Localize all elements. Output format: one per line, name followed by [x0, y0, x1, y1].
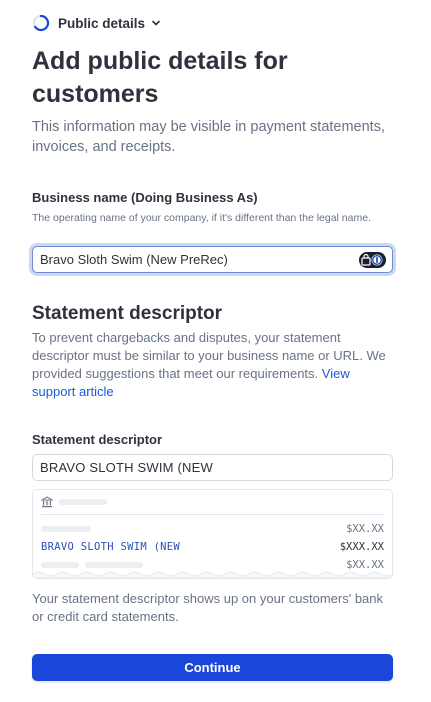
stepper-label: Public details — [58, 15, 146, 31]
stepper-dropdown[interactable]: Public details — [32, 13, 161, 33]
statement-descriptor-label: Statement descriptor — [32, 432, 163, 447]
preview-descriptor: BRAVO SLOTH SWIM (NEW — [41, 541, 181, 553]
continue-button[interactable]: Continue — [32, 654, 393, 681]
preview-amount: $XXX.XX — [339, 541, 384, 553]
business-name-help: The operating name of your company, if i… — [32, 212, 371, 224]
bank-icon — [41, 496, 53, 508]
statement-preview: $XX.XX BRAVO SLOTH SWIM (NEW $XXX.XX $XX… — [32, 489, 393, 579]
statement-section-description: To prevent chargebacks and disputes, you… — [32, 330, 386, 399]
business-name-label: Business name (Doing Business As) — [32, 190, 258, 205]
password-manager-icon[interactable] — [359, 251, 386, 268]
preview-divider — [41, 514, 384, 515]
page-subtitle: This information may be visible in payme… — [32, 119, 385, 155]
preview-amount: $XX.XX — [346, 523, 384, 535]
statement-footer-note: Your statement descriptor shows up on yo… — [32, 591, 384, 624]
chevron-down-icon — [152, 20, 160, 26]
skeleton-bank-name — [59, 499, 107, 505]
statement-section-title: Statement descriptor — [32, 303, 223, 324]
skeleton-line — [41, 526, 91, 532]
business-name-input[interactable]: Bravo Sloth Swim (New PreRec) — [32, 246, 393, 273]
receipt-tear-edge — [33, 571, 392, 578]
page-title: Add public details for customers — [32, 47, 288, 108]
statement-descriptor-value: BRAVO SLOTH SWIM (NEW — [40, 460, 213, 475]
business-name-value: Bravo Sloth Swim (New PreRec) — [40, 252, 228, 267]
statement-descriptor-input[interactable]: BRAVO SLOTH SWIM (NEW — [32, 454, 393, 481]
progress-ring-icon — [32, 14, 50, 32]
